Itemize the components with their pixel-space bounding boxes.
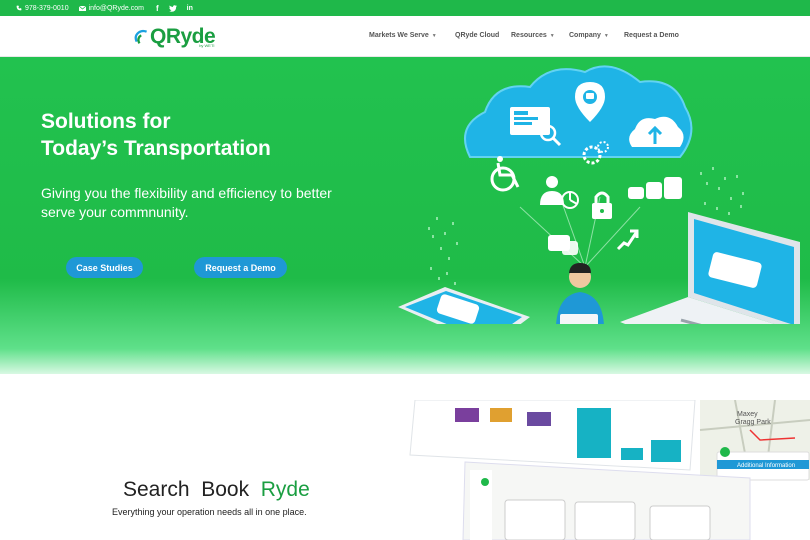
svg-text:Maxey: Maxey bbox=[737, 411, 758, 418]
button-label: Request a Demo bbox=[205, 262, 276, 273]
dashboard-preview bbox=[409, 400, 696, 471]
chevron-down-icon: ▼ bbox=[549, 33, 555, 39]
chevron-down-icon: ▼ bbox=[431, 33, 437, 39]
nav-item-label: Markets We Serve bbox=[369, 32, 429, 39]
phone-number: 978-379-0010 bbox=[25, 4, 69, 12]
lock-icon bbox=[592, 191, 612, 219]
top-contact-bar: 978-379-0010 info@QRyde.com f in bbox=[0, 0, 810, 16]
nav-item-markets[interactable]: Markets We Serve ▼ bbox=[369, 32, 437, 39]
chevron-down-icon: ▼ bbox=[603, 33, 609, 39]
chat-bubbles-icon bbox=[548, 235, 578, 255]
user-chart-icon bbox=[540, 176, 579, 209]
person-with-laptop bbox=[556, 263, 604, 324]
nav-item-label: Company bbox=[569, 32, 601, 39]
growth-chart-icon bbox=[616, 229, 639, 251]
hero-banner: Solutions for Today’s Transportation Giv… bbox=[0, 57, 810, 374]
button-label: Case Studies bbox=[76, 262, 133, 273]
twitter-icon[interactable] bbox=[168, 4, 177, 12]
heading-word-search: Search bbox=[123, 478, 190, 501]
heading-word-ryde: Ryde bbox=[260, 478, 310, 501]
wheelchair-icon bbox=[490, 156, 520, 192]
app-screenshots-preview: Maxey Gragg Park Additional Information bbox=[409, 400, 810, 540]
hero-title-line1: Solutions for bbox=[41, 110, 171, 133]
nav-item-request-demo[interactable]: Request a Demo bbox=[624, 32, 679, 39]
tablet-device bbox=[398, 287, 530, 324]
email-contact[interactable]: info@QRyde.com bbox=[78, 4, 144, 12]
map-preview: Maxey Gragg Park Additional Information bbox=[699, 400, 810, 481]
case-studies-button[interactable]: Case Studies bbox=[66, 257, 143, 278]
svg-text:Gragg Park: Gragg Park bbox=[735, 419, 771, 426]
nav-item-label: QRyde Cloud bbox=[455, 32, 500, 39]
laptop-device bbox=[620, 212, 800, 324]
nav-item-label: Request a Demo bbox=[624, 32, 679, 39]
facebook-icon[interactable]: f bbox=[156, 4, 159, 13]
heading-word-book: Book bbox=[201, 478, 250, 501]
qryde-logo[interactable]: QRyde by WETI bbox=[134, 25, 216, 49]
nav-item-company[interactable]: Company ▼ bbox=[569, 32, 609, 39]
main-navigation: QRyde by WETI Markets We Serve ▼ QRyde Cl… bbox=[0, 16, 810, 57]
vehicles-icon bbox=[628, 177, 682, 199]
transportation-illustration bbox=[398, 65, 800, 324]
logo-tagline: by WETI bbox=[199, 43, 215, 48]
hero-subtitle-line2: serve your commnunity. bbox=[41, 204, 189, 220]
request-demo-button[interactable]: Request a Demo bbox=[194, 257, 287, 278]
phone-icon bbox=[16, 5, 22, 11]
email-address: info@QRyde.com bbox=[88, 4, 144, 12]
section-subtitle: Everything your operation needs all in o… bbox=[112, 507, 307, 517]
nav-item-resources[interactable]: Resources ▼ bbox=[511, 32, 555, 39]
envelope-icon bbox=[78, 5, 86, 11]
linkedin-icon[interactable]: in bbox=[187, 5, 193, 12]
phone-contact[interactable]: 978-379-0010 bbox=[16, 5, 69, 12]
hero-title-line2: Today’s Transportation bbox=[41, 137, 271, 160]
section-heading: Search Book Ryde bbox=[123, 478, 310, 502]
hero-subtitle-line1: Giving you the flexibility and efficienc… bbox=[41, 185, 332, 201]
svg-text:Additional Information: Additional Information bbox=[737, 463, 795, 469]
nav-item-qryde-cloud[interactable]: QRyde Cloud bbox=[455, 32, 499, 39]
hero-subtitle: Giving you the flexibility and efficienc… bbox=[41, 184, 421, 222]
hero-title: Solutions for Today’s Transportation bbox=[41, 108, 271, 162]
nav-item-label: Resources bbox=[511, 32, 547, 39]
